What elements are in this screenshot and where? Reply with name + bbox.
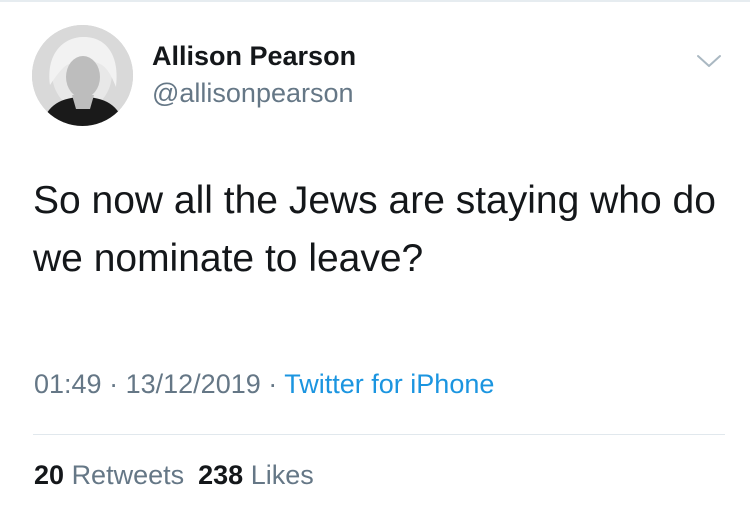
stats-divider bbox=[33, 434, 725, 435]
meta-separator: · bbox=[109, 369, 119, 399]
avatar[interactable] bbox=[32, 25, 133, 126]
tweet-text: So now all the Jews are staying who do w… bbox=[33, 179, 716, 280]
likes-count: 238 bbox=[198, 460, 244, 490]
tweet-source-link[interactable]: Twitter for iPhone bbox=[284, 369, 494, 399]
retweets-stat[interactable]: 20 Retweets bbox=[34, 460, 184, 490]
retweets-label: Retweets bbox=[71, 460, 185, 490]
tweet-time[interactable]: 01:49 bbox=[34, 369, 102, 399]
author-handle[interactable]: @allisonpearson bbox=[152, 78, 354, 109]
chevron-down-icon[interactable] bbox=[695, 51, 723, 71]
top-divider bbox=[0, 0, 750, 2]
likes-label: Likes bbox=[250, 460, 314, 490]
tweet-metadata: 01:49 · 13/12/2019 · Twitter for iPhone bbox=[34, 369, 494, 400]
tweet-stats: 20 Retweets 238 Likes bbox=[34, 460, 314, 491]
tweet-date[interactable]: 13/12/2019 bbox=[126, 369, 261, 399]
avatar-photo bbox=[32, 25, 133, 126]
meta-separator: · bbox=[268, 369, 278, 399]
author-display-name[interactable]: Allison Pearson bbox=[152, 41, 356, 72]
retweets-count: 20 bbox=[34, 460, 65, 490]
likes-stat[interactable]: 238 Likes bbox=[198, 460, 314, 490]
